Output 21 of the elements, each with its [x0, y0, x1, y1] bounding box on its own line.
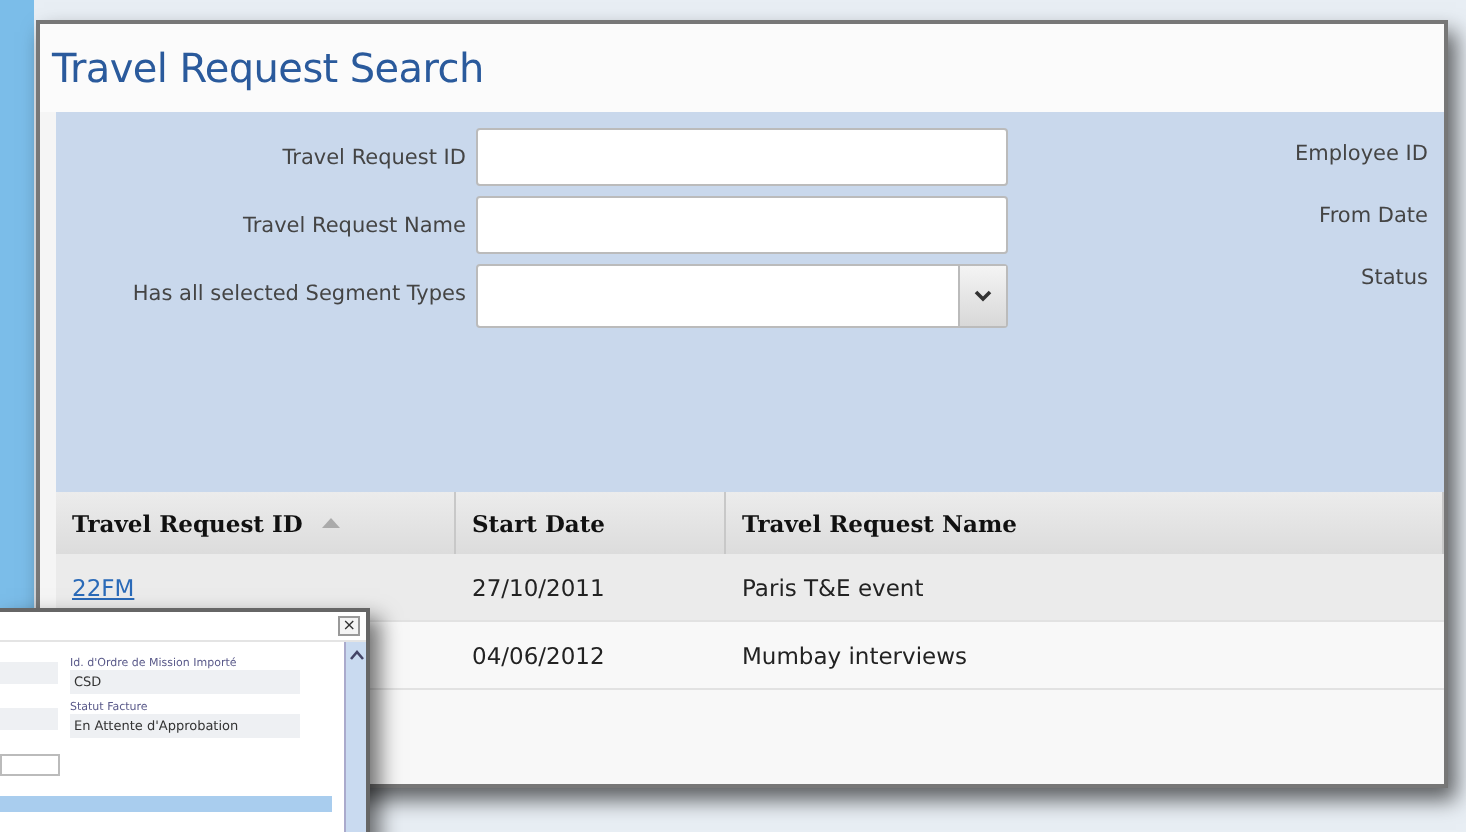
text-field[interactable] — [0, 754, 60, 776]
field-label: Status — [1359, 266, 1428, 290]
scroll-up-icon[interactable] — [349, 650, 363, 660]
text-field[interactable] — [476, 128, 1008, 186]
dropdown-button[interactable] — [958, 266, 1006, 326]
field-label: Travel Request ID — [280, 144, 466, 174]
field-label: From Date — [1317, 204, 1428, 228]
chevron-down-icon — [974, 290, 992, 302]
dropdown-field[interactable] — [476, 264, 1008, 328]
text-field[interactable] — [476, 196, 1008, 254]
table-cell-text: Mumbay interviews — [740, 641, 969, 669]
close-button[interactable]: × — [338, 616, 360, 636]
table-cell-text: Paris T&E event — [740, 573, 926, 601]
window-title: Travel Request Search — [40, 24, 1444, 112]
table-cell-text: 04/06/2012 — [470, 641, 607, 669]
scrollbar[interactable] — [344, 642, 366, 832]
field-label: Travel Request Name — [240, 212, 466, 242]
link[interactable]: 22FM — [72, 573, 135, 601]
table-cell-text: 27/10/2011 — [470, 573, 607, 601]
field-label: Employee ID — [1294, 142, 1428, 166]
field-label: Has all selected Segment Types — [130, 280, 466, 310]
